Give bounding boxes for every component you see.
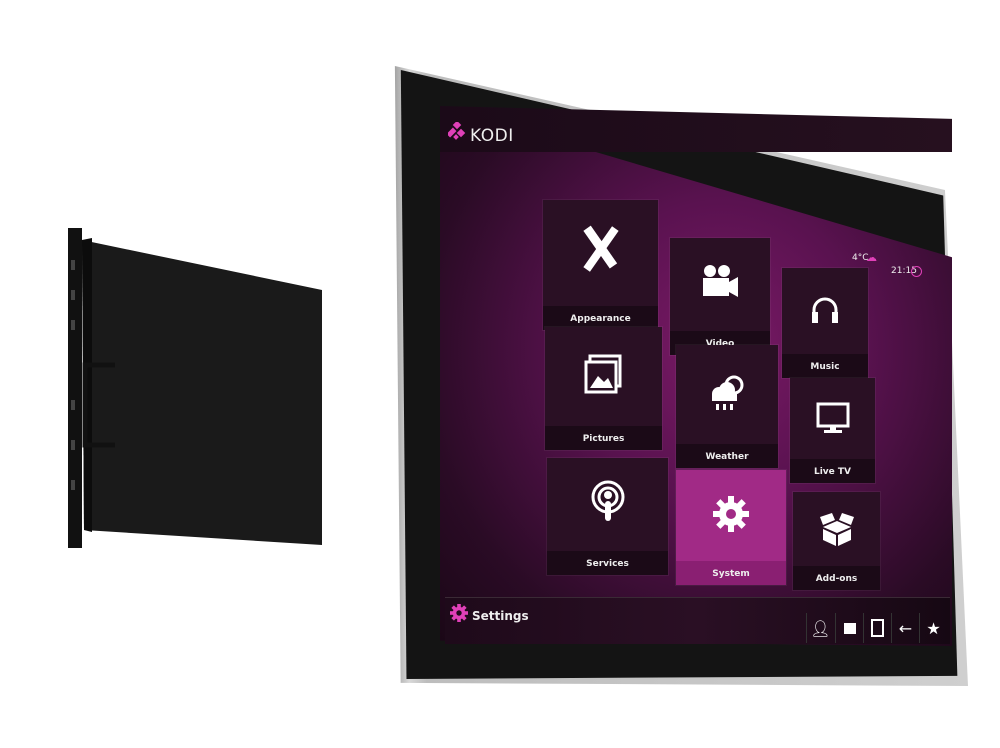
- tile-live-tv[interactable]: Live TV: [790, 378, 875, 483]
- tile-add-ons[interactable]: Add-ons: [793, 492, 880, 590]
- box-icon: [819, 513, 854, 547]
- tile-label: Pictures: [582, 434, 625, 444]
- tile-label: Weather: [705, 452, 749, 462]
- kodi-logo-icon: [448, 122, 466, 140]
- tile-label: Services: [586, 559, 629, 569]
- headphones-icon: [812, 297, 838, 323]
- pencil-ruler-icon: [582, 226, 619, 273]
- tile-music[interactable]: Music: [782, 268, 868, 378]
- tile-system[interactable]: System: [676, 470, 786, 585]
- back-arrow-icon: ←: [898, 618, 913, 638]
- podcast-icon: [591, 480, 624, 522]
- app-title: KODI: [470, 126, 514, 146]
- profile-button[interactable]: 👤︎: [806, 613, 834, 643]
- mini-pc-module: [68, 228, 322, 548]
- presentation-icon: [871, 619, 884, 637]
- tile-label: Music: [810, 362, 840, 372]
- favourites-star-icon: ★: [926, 618, 941, 638]
- tile-label: Appearance: [570, 314, 631, 324]
- tile-label: System: [712, 569, 750, 579]
- tv-icon: [816, 402, 849, 433]
- tile-label: Live TV: [813, 467, 852, 477]
- top-bar: [440, 106, 952, 152]
- weather-cloud-icon: [712, 375, 744, 410]
- tile-services[interactable]: Services: [547, 458, 668, 575]
- tile-label: Add-ons: [815, 574, 858, 584]
- folder-button[interactable]: [835, 613, 863, 643]
- back-button[interactable]: ←: [891, 613, 919, 643]
- video-camera-icon: [703, 265, 738, 298]
- tile-video[interactable]: Video: [670, 238, 770, 355]
- presentation-button[interactable]: [863, 613, 891, 643]
- clock-icon: [911, 266, 922, 277]
- profile-icon: 👤︎: [810, 618, 831, 638]
- footer-title: Settings: [472, 609, 529, 623]
- tile-pictures[interactable]: Pictures: [545, 327, 662, 450]
- favourites-button[interactable]: ★: [919, 613, 947, 643]
- gear-icon: [450, 604, 468, 622]
- pictures-icon: [584, 354, 621, 394]
- gear-wrench-icon: [713, 495, 749, 532]
- weather-icon: ☁: [866, 251, 877, 264]
- folder-icon: [843, 622, 856, 634]
- tile-appearance[interactable]: Appearance: [543, 200, 658, 330]
- tile-weather[interactable]: Weather: [676, 345, 778, 468]
